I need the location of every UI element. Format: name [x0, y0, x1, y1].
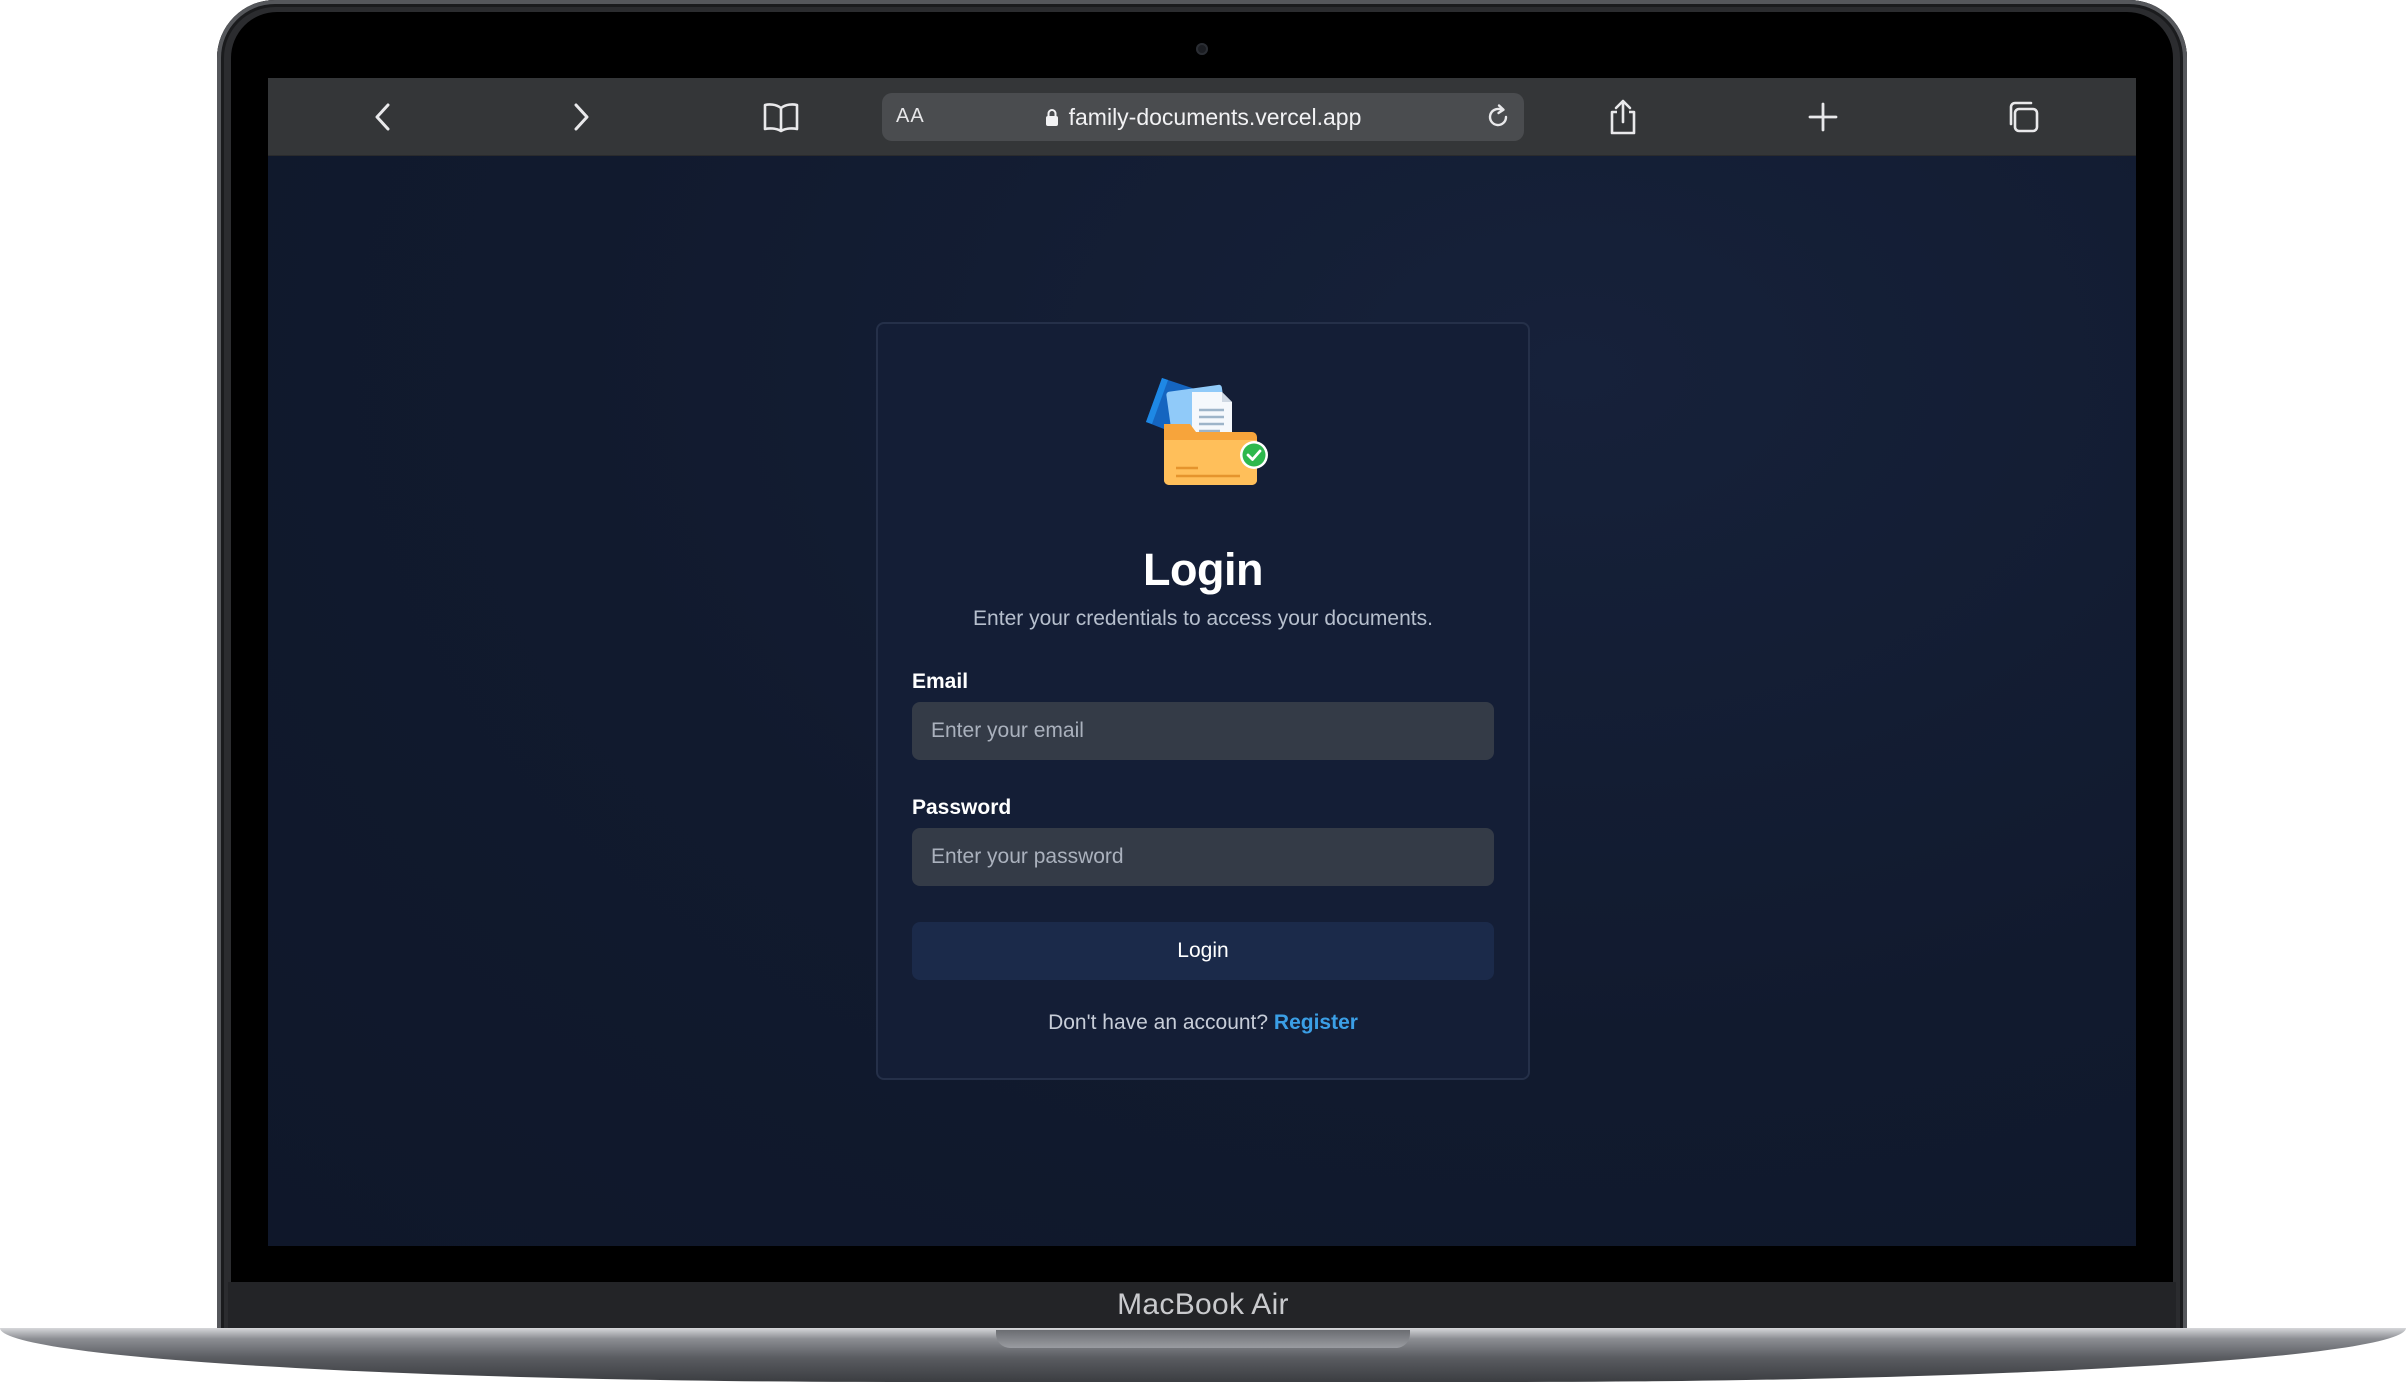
- screen: AA family-documents.vercel.app Login Ent…: [268, 78, 2136, 1246]
- device-label: MacBook Air: [1117, 1288, 1289, 1321]
- documents-folder-logo-icon: [1146, 378, 1268, 485]
- page-title: Login: [1143, 544, 1263, 595]
- register-prompt-text: Don't have an account?: [1048, 1011, 1269, 1034]
- email-label: Email: [912, 670, 969, 693]
- login-button[interactable]: Login: [912, 922, 1494, 980]
- tabs-icon: [2009, 101, 2039, 133]
- camera-icon: [1196, 43, 1208, 55]
- url-container: family-documents.vercel.app: [882, 93, 1524, 141]
- tabs-overview-button[interactable]: [1998, 92, 2048, 142]
- new-tab-button[interactable]: [1798, 92, 1848, 142]
- share-button[interactable]: [1598, 92, 1648, 142]
- page-subtitle: Enter your credentials to access your do…: [973, 607, 1433, 630]
- book-icon: [763, 103, 799, 133]
- register-prompt: Don't have an account? Register: [878, 1011, 1528, 1035]
- bookmarks-button[interactable]: [756, 92, 806, 142]
- url-text: family-documents.vercel.app: [1068, 103, 1362, 130]
- back-button[interactable]: [358, 92, 408, 142]
- address-bar[interactable]: AA family-documents.vercel.app: [882, 93, 1524, 141]
- share-icon: [1610, 99, 1636, 135]
- register-link[interactable]: Register: [1274, 1011, 1358, 1034]
- browser-toolbar: AA family-documents.vercel.app: [268, 78, 2136, 156]
- login-card: Login Enter your credentials to access y…: [876, 322, 1530, 1080]
- plus-icon: [1808, 102, 1838, 132]
- forward-button[interactable]: [556, 92, 606, 142]
- password-field[interactable]: [912, 828, 1494, 886]
- password-label: Password: [912, 796, 1012, 819]
- chevron-left-icon: [375, 103, 390, 131]
- email-field[interactable]: [912, 702, 1494, 760]
- chevron-right-icon: [574, 103, 589, 131]
- reload-icon[interactable]: [1484, 103, 1512, 131]
- laptop-base-notch: [996, 1330, 1410, 1348]
- lock-icon: [1045, 108, 1058, 126]
